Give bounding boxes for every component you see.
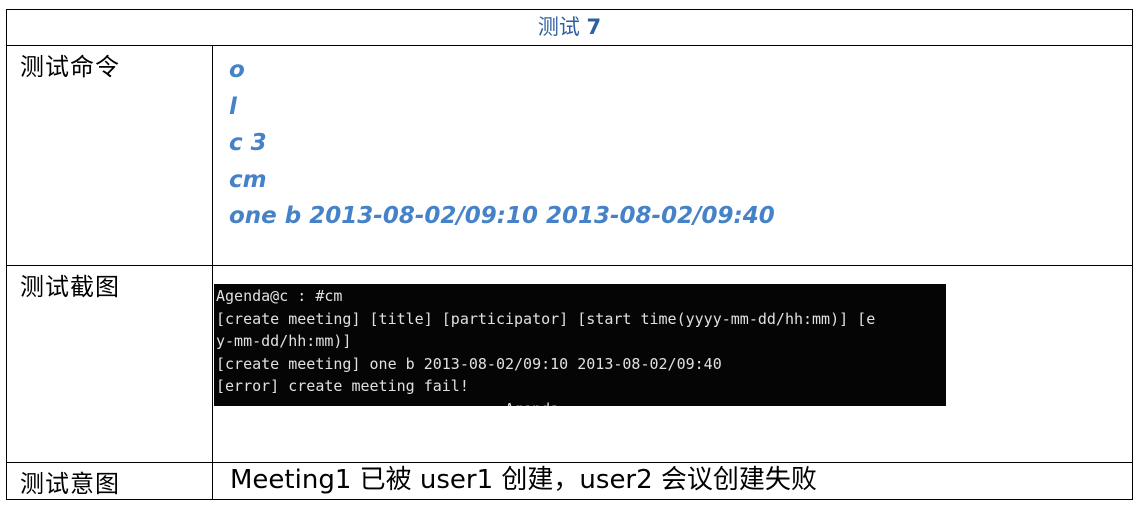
terminal-line: --------------------------------Agenda--… — [214, 398, 946, 407]
intent-text: Meeting1 已被 user1 创建，user2 会议创建失败 — [212, 462, 1133, 500]
command-line: cm — [229, 166, 267, 193]
test-case-table: 测试 7 测试命令 o l c 3 cm one b 2013-08-02/09… — [6, 9, 1133, 500]
intent-row: 测试意图 Meeting1 已被 user1 创建，user2 会议创建失败 — [6, 462, 1133, 500]
test-title: 测试 7 — [6, 9, 1133, 46]
terminal-line: [create meeting] [title] [participator] … — [216, 309, 876, 328]
intent-label: 测试意图 — [6, 462, 213, 500]
screenshot-cell: Agenda@c : #cm [create meeting] [title] … — [212, 265, 1133, 463]
screenshot-row: 测试截图 Agenda@c : #cm [create meeting] [ti… — [6, 265, 1133, 463]
commands-row: 测试命令 o l c 3 cm one b 2013-08-02/09:10 2… — [6, 45, 1133, 266]
commands-cell: o l c 3 cm one b 2013-08-02/09:10 2013-0… — [212, 45, 1133, 266]
header-row: 测试 7 — [6, 9, 1133, 46]
screenshot-label: 测试截图 — [6, 265, 213, 463]
command-line: l — [229, 93, 237, 120]
terminal-line: Agenda@c : #cm — [216, 287, 343, 305]
command-line: c 3 — [229, 130, 267, 156]
terminal-screenshot: Agenda@c : #cm [create meeting] [title] … — [214, 284, 946, 406]
terminal-line: [error] create meeting fail! — [216, 377, 469, 395]
commands-label: 测试命令 — [6, 45, 213, 266]
test-title-number: 7 — [586, 15, 602, 39]
command-line: one b 2013-08-02/09:10 2013-08-02/09:40 — [229, 203, 775, 229]
command-line: o — [229, 57, 245, 83]
terminal-line: y-mm-dd/hh:mm)] — [216, 332, 352, 350]
terminal-line: [create meeting] one b 2013-08-02/09:10 … — [216, 354, 722, 373]
test-title-prefix: 测试 — [537, 15, 580, 39]
